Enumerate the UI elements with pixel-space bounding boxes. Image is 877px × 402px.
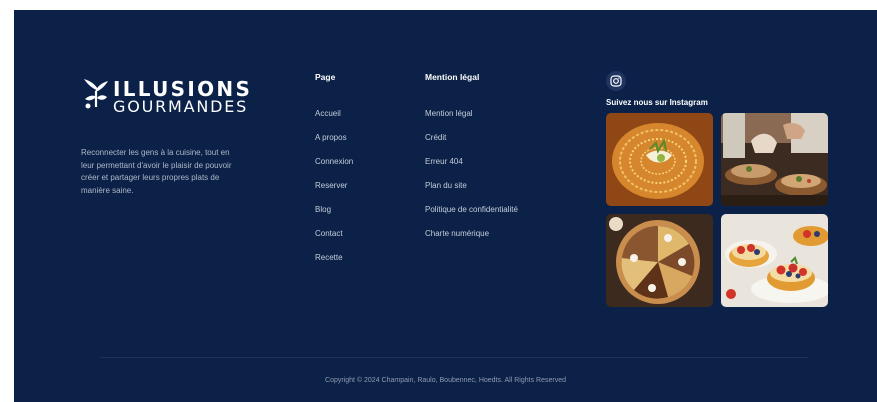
sliced-pie-photo[interactable] xyxy=(606,214,713,307)
footer-divider xyxy=(100,357,808,358)
brand-block: ILLUSIONS GOURMANDES Reconnecter les gen… xyxy=(81,77,271,195)
instagram-section: Suivez nous sur Instagram xyxy=(606,71,836,307)
leaf-logo-icon xyxy=(84,79,108,109)
caramel-lace-dessert-photo[interactable] xyxy=(606,113,713,206)
fruit-tartlets-photo[interactable] xyxy=(721,214,828,307)
page-column-title: Page xyxy=(315,72,336,82)
chefs-plating-photo[interactable] xyxy=(721,113,828,206)
logo[interactable]: ILLUSIONS GOURMANDES xyxy=(81,77,271,121)
instagram-title: Suivez nous sur Instagram xyxy=(606,98,708,107)
footer-link-blog[interactable]: Blog xyxy=(315,198,353,222)
page-links-column: Page Accueil A propos Connexion Reserver… xyxy=(315,72,353,270)
footer-link-charte-numerique[interactable]: Charte numérique xyxy=(425,222,518,246)
footer-link-a-propos[interactable]: A propos xyxy=(315,126,353,150)
instagram-grid xyxy=(606,113,836,307)
footer-link-credit[interactable]: Crédit xyxy=(425,126,518,150)
footer-link-reserver[interactable]: Reserver xyxy=(315,174,353,198)
logo-text-bottom: GOURMANDES xyxy=(113,97,249,116)
footer-link-connexion[interactable]: Connexion xyxy=(315,150,353,174)
legal-column-title: Mention légal xyxy=(425,72,480,82)
footer-link-mention-legal[interactable]: Mention légal xyxy=(425,102,518,126)
footer-link-accueil[interactable]: Accueil xyxy=(315,102,353,126)
legal-links-column: Mention légal Mention légal Crédit Erreu… xyxy=(425,72,518,246)
site-footer: ILLUSIONS GOURMANDES Reconnecter les gen… xyxy=(14,10,877,402)
footer-link-recette[interactable]: Recette xyxy=(315,246,353,270)
footer-link-erreur-404[interactable]: Erreur 404 xyxy=(425,150,518,174)
footer-link-politique-confidentialite[interactable]: Politique de confidentialité xyxy=(425,198,518,222)
footer-link-contact[interactable]: Contact xyxy=(315,222,353,246)
footer-link-plan-du-site[interactable]: Plan du site xyxy=(425,174,518,198)
instagram-icon[interactable] xyxy=(606,71,626,91)
brand-tagline: Reconnecter les gens à la cuisine, tout … xyxy=(81,148,232,195)
copyright-text: Copyright © 2024 Champain, Raulo, Bouben… xyxy=(325,377,566,384)
